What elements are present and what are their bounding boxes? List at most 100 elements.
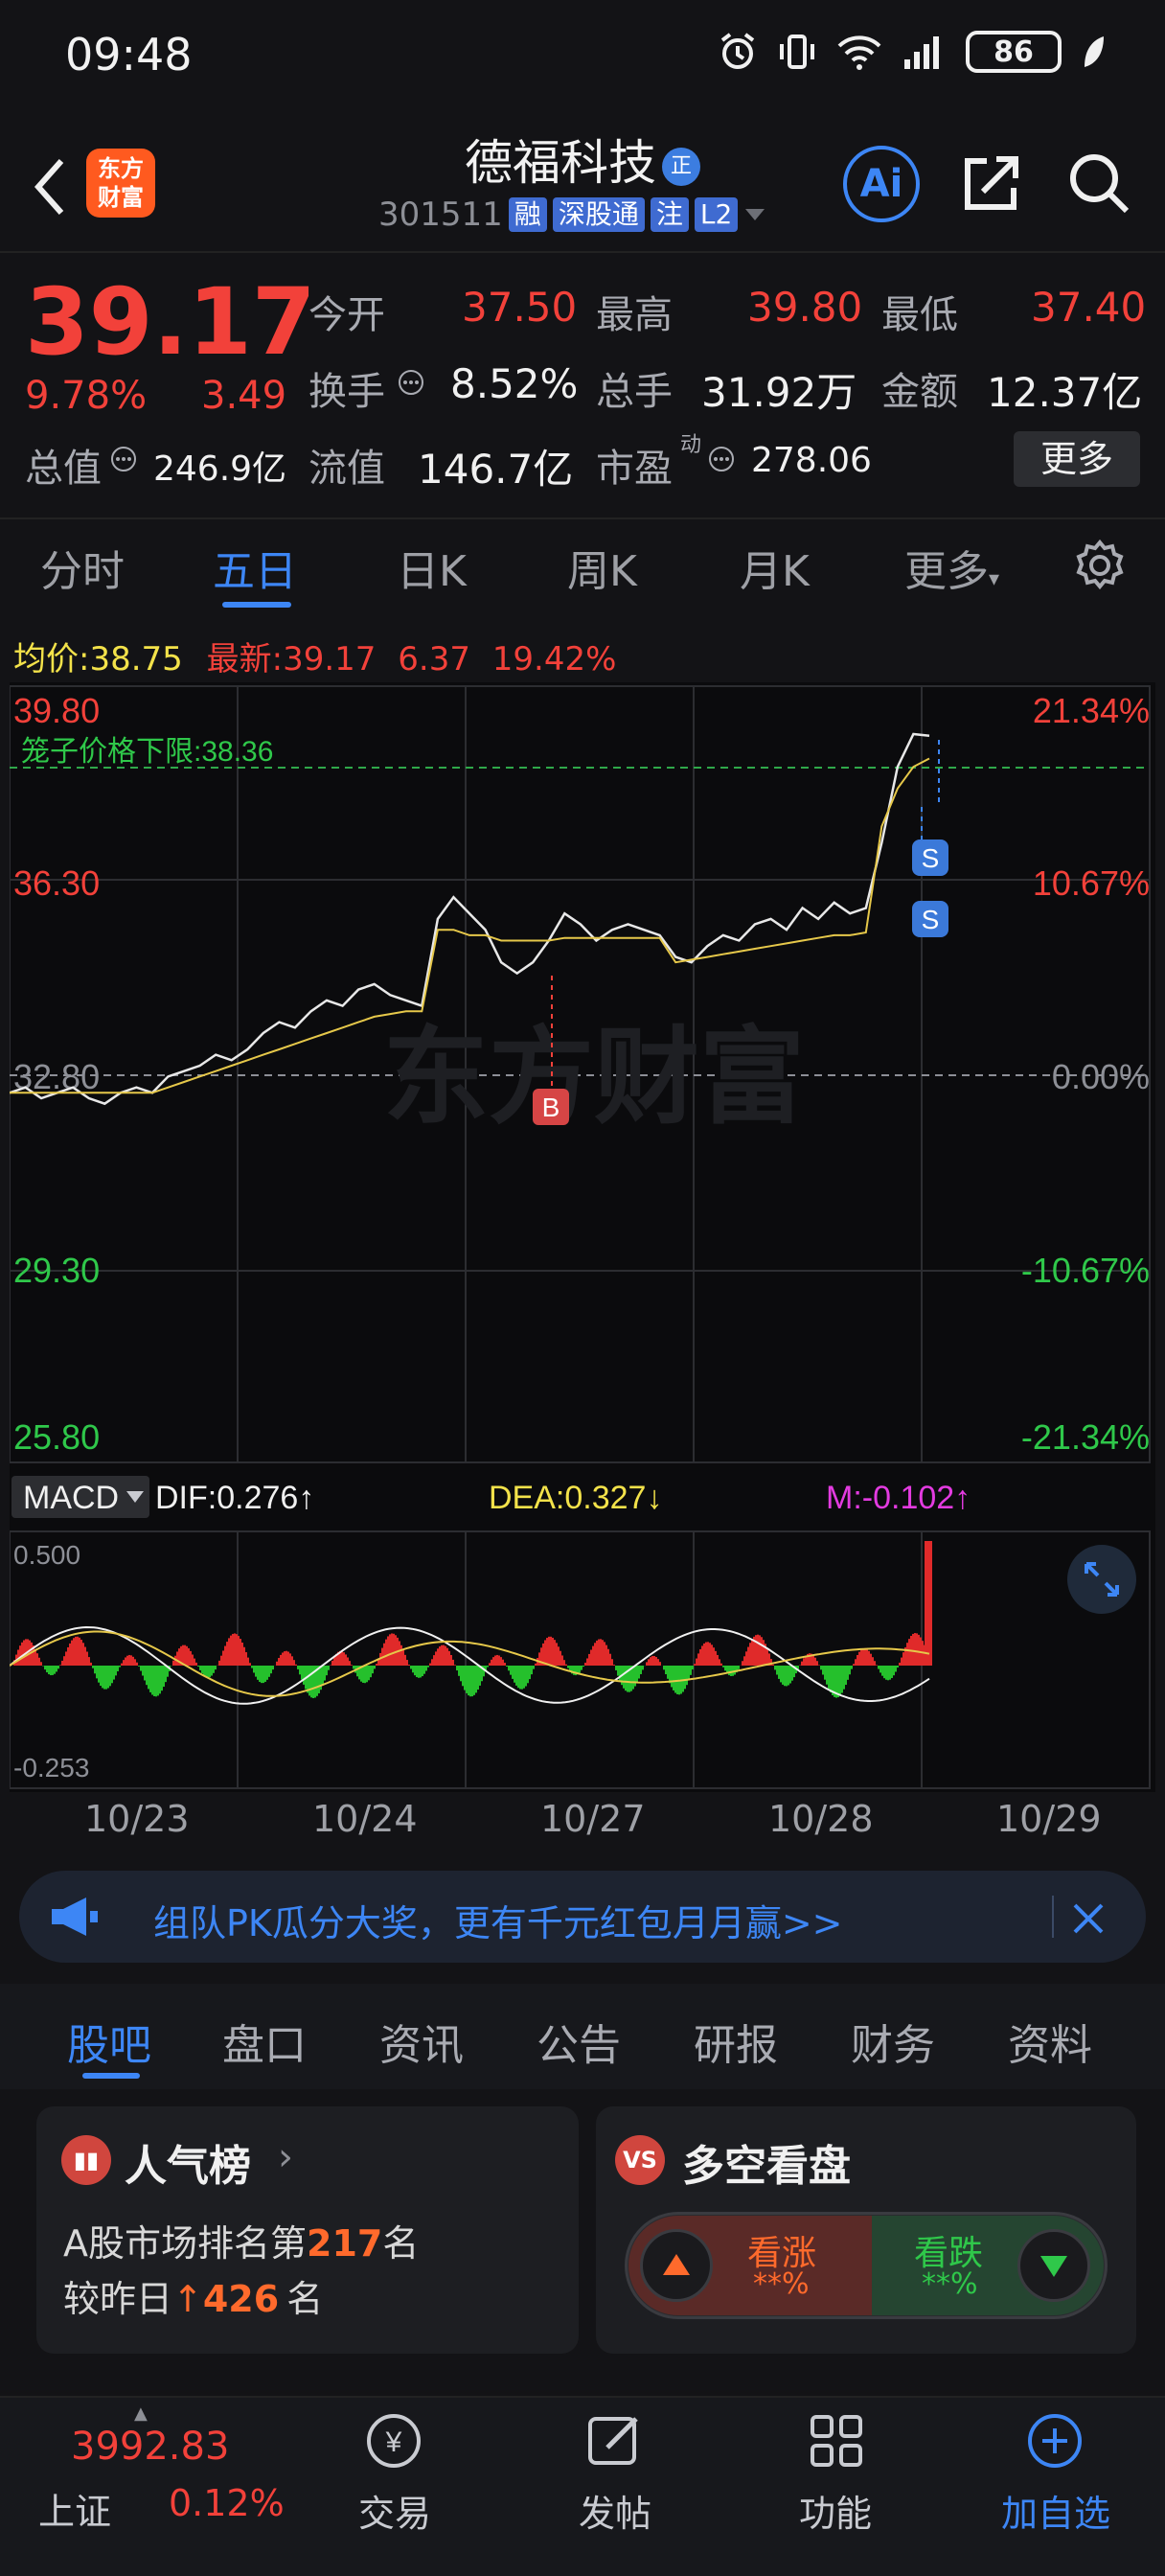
y-label-bottom: 25.80 [13, 1417, 100, 1457]
macd-bar [780, 1666, 782, 1683]
macd-bar [893, 1666, 895, 1676]
close-icon[interactable] [1071, 1901, 1106, 1936]
info-icon[interactable] [397, 368, 425, 397]
macd-bar [404, 1654, 406, 1666]
tab-research[interactable]: 研报 [694, 2011, 778, 2072]
macd-bar [293, 1660, 295, 1666]
index-value[interactable]: 3992.83 [71, 2425, 229, 2469]
tab-orderbook[interactable]: 盘口 [222, 2011, 307, 2072]
macd-bar [816, 1661, 818, 1666]
nav-trade[interactable]: 交易 [318, 2484, 471, 2537]
tab-profile[interactable]: 资料 [1008, 2011, 1092, 2072]
macd-bar [538, 1652, 540, 1666]
expand-icon[interactable] [1067, 1545, 1136, 1614]
macd-bar [703, 1643, 705, 1666]
macd-bar [31, 1642, 33, 1666]
macd-bar [226, 1642, 228, 1666]
macd-bar [734, 1666, 736, 1675]
macd-bar [743, 1656, 745, 1666]
nav-add-watchlist[interactable]: 加自选 [979, 2484, 1132, 2537]
macd-bar [565, 1664, 567, 1666]
nav-functions[interactable]: 功能 [759, 2484, 912, 2537]
search-icon[interactable] [1065, 150, 1132, 217]
bear-button[interactable]: 看跌 **% [872, 2216, 1104, 2315]
macd-bar [847, 1666, 849, 1680]
nav-post[interactable]: 发帖 [538, 2484, 692, 2537]
macd-bar [458, 1666, 460, 1676]
chevron-up-icon[interactable]: ▲ [134, 2404, 148, 2424]
macd-bar [115, 1666, 117, 1676]
macd-bar [709, 1643, 711, 1666]
macd-bar [123, 1660, 125, 1666]
macd-bar [149, 1666, 151, 1692]
macd-bar [423, 1666, 425, 1674]
tab-financials[interactable]: 财务 [851, 2011, 935, 2072]
macd-bar [751, 1639, 753, 1666]
macd-bar [901, 1657, 902, 1666]
buy-marker[interactable]: B [533, 1089, 569, 1125]
total-value: 246.9亿 [153, 449, 287, 489]
index-name[interactable]: 上证 [38, 2482, 111, 2535]
macd-dif: DIF:0.276↑ [155, 1480, 314, 1516]
x-label: 10/28 [768, 1798, 874, 1840]
macd-bar [395, 1635, 397, 1666]
macd-bar [297, 1666, 299, 1669]
macd-bar [514, 1666, 515, 1683]
grid-apps-icon[interactable] [803, 2407, 870, 2474]
macd-bar [224, 1645, 226, 1666]
sell-marker[interactable]: S [912, 901, 948, 937]
tab-weekly-k[interactable]: 周K [567, 537, 637, 598]
five-day-chart[interactable]: 东方财富 笼子价格下限:38.36 39.80 36.30 32.80 29.3… [10, 682, 1155, 1466]
macd-bar [464, 1666, 466, 1690]
info-icon[interactable] [109, 445, 138, 473]
macd-bar [460, 1666, 462, 1682]
macd-bar [130, 1655, 132, 1666]
ai-button[interactable]: Ai [843, 146, 920, 222]
chevron-down-icon[interactable] [743, 205, 766, 224]
rank-change-value: 426 [202, 2278, 280, 2320]
x-label: 10/23 [84, 1798, 190, 1840]
macd-bar [425, 1666, 427, 1671]
index-pct[interactable]: 0.12% [169, 2482, 285, 2524]
macd-bar [383, 1643, 385, 1666]
macd-bar [588, 1653, 590, 1666]
macd-bar [427, 1666, 429, 1668]
latest-pct: 19.42% [491, 640, 617, 678]
macd-bar [759, 1635, 761, 1666]
price-info-line: 均价:38.75 最新:39.17 6.37 19.42% [13, 640, 617, 678]
macd-bar [429, 1663, 431, 1666]
chevron-right-icon[interactable]: › [278, 2135, 293, 2179]
add-watchlist-icon[interactable] [1021, 2407, 1088, 2474]
macd-bar [657, 1659, 659, 1666]
tab-announcement[interactable]: 公告 [537, 2011, 621, 2072]
stock-name: 德福科技 [465, 135, 656, 191]
tab-five-day[interactable]: 五日 [213, 537, 297, 598]
macd-bar [885, 1666, 887, 1680]
macd-bar [201, 1666, 203, 1674]
trade-icon[interactable]: ¥ [360, 2407, 427, 2474]
info-icon[interactable] [707, 445, 736, 473]
macd-bar [814, 1657, 816, 1666]
sell-marker[interactable]: S [912, 840, 948, 876]
gear-icon[interactable] [1071, 537, 1129, 594]
macd-bar [609, 1653, 611, 1666]
macd-bar [883, 1666, 885, 1679]
tab-daily-k[interactable]: 日K [397, 537, 467, 598]
macd-bar [659, 1662, 661, 1666]
macd-bar [356, 1666, 358, 1677]
macd-bar [508, 1666, 510, 1671]
tab-more[interactable]: 更多▾ [904, 537, 999, 598]
bull-button[interactable]: 看涨 **% [628, 2216, 872, 2315]
macd-bar [441, 1644, 443, 1666]
edit-post-icon[interactable] [581, 2407, 648, 2474]
tab-monthly-k[interactable]: 月K [740, 537, 810, 598]
tab-forum[interactable]: 股吧 [67, 2011, 151, 2072]
svg-text:B: B [542, 1092, 560, 1122]
macd-chart[interactable]: MACD DIF:0.276↑ DEA:0.327↓ M:-0.102↑ 0.5… [10, 1464, 1155, 1792]
tab-news[interactable]: 资讯 [379, 2011, 464, 2072]
banner-text[interactable]: 组队PK瓜分大奖，更有千元红包月月赢>> [153, 1894, 843, 1946]
share-icon[interactable] [958, 150, 1025, 217]
tab-intraday[interactable]: 分时 [40, 537, 125, 598]
more-button[interactable]: 更多 [1014, 431, 1140, 487]
popularity-card[interactable]: ▮▮ 人气榜 › A股市场排名第217名 较昨日↑426 名 [36, 2106, 579, 2354]
